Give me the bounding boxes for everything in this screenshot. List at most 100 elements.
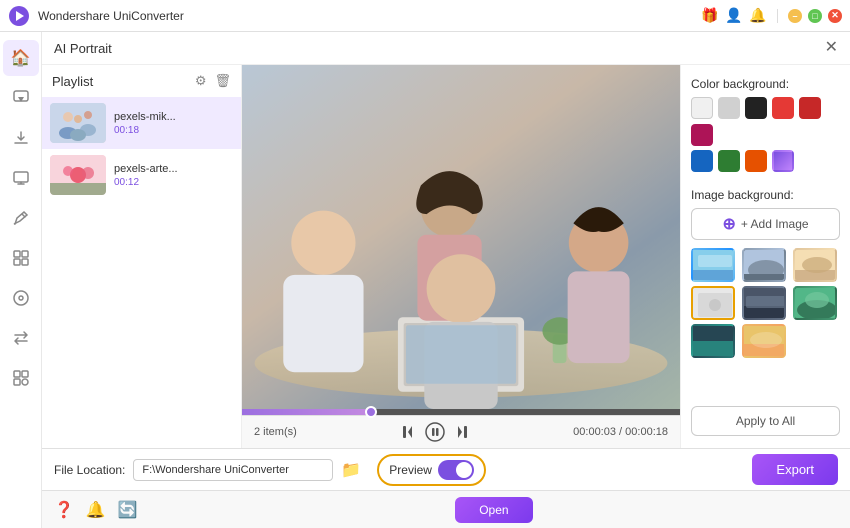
prev-button[interactable] — [399, 423, 417, 441]
video-frame — [242, 65, 680, 409]
notification-icon[interactable]: 🔔 — [86, 500, 106, 520]
swatch-blue[interactable] — [691, 150, 713, 172]
image-thumb-7[interactable] — [691, 324, 735, 358]
toggle-track — [438, 460, 474, 480]
add-image-button[interactable]: ⊕ + Add Image — [691, 208, 840, 240]
playlist-item-duration-2: 00:12 — [114, 177, 233, 188]
playlist-header: Playlist ⚙ 🗑 — [42, 65, 241, 97]
gift-icon[interactable]: 🎁 — [701, 7, 719, 25]
file-location-label: File Location: — [54, 463, 125, 477]
video-area: 2 item(s) 00:00:03 / — [242, 65, 680, 448]
sidebar-item-screen[interactable] — [3, 160, 39, 196]
playlist-title: Playlist — [52, 74, 93, 89]
sidebar-item-dvd[interactable] — [3, 280, 39, 316]
content-area: Playlist ⚙ 🗑 — [42, 65, 850, 448]
sidebar-item-edit[interactable] — [3, 200, 39, 236]
app-title: Wondershare UniConverter — [38, 9, 701, 23]
apply-all-button[interactable]: Apply to All — [691, 406, 840, 436]
add-icon: ⊕ — [722, 214, 735, 234]
playlist-item-name-2: pexels-arte... — [114, 163, 233, 175]
next-button[interactable] — [453, 423, 471, 441]
time-display: 00:00:03 / 00:00:18 — [573, 426, 668, 438]
sidebar-item-transfer[interactable] — [3, 320, 39, 356]
timeline-handle[interactable] — [365, 406, 377, 418]
playlist-thumb-1 — [50, 103, 106, 143]
app-body: 🏠 AI Portrait — [0, 32, 850, 528]
toggle-knob — [456, 462, 472, 478]
image-thumb-3[interactable] — [793, 248, 837, 282]
sidebar-item-download[interactable] — [3, 120, 39, 156]
color-bg-section: Color background: — [691, 77, 840, 176]
video-controls: 2 item(s) 00:00:03 / — [242, 415, 680, 448]
image-bg-label: Image background: — [691, 188, 840, 202]
sidebar: 🏠 — [0, 32, 42, 528]
swatch-dark-red[interactable] — [799, 97, 821, 119]
color-swatches-row1 — [691, 97, 840, 146]
video-container — [242, 65, 680, 409]
main-content: AI Portrait ✕ Playlist ⚙ 🗑 — [42, 32, 850, 528]
playlist-delete-icon[interactable]: 🗑 — [214, 73, 231, 89]
open-button[interactable]: Open — [455, 497, 532, 523]
maximize-button[interactable]: □ — [808, 9, 822, 23]
swatch-light-gray[interactable] — [718, 97, 740, 119]
export-button[interactable]: Export — [752, 454, 838, 485]
video-content — [242, 65, 680, 409]
app-logo — [8, 5, 30, 27]
image-thumb-1[interactable] — [691, 248, 735, 282]
swatch-black[interactable] — [745, 97, 767, 119]
apply-all-section: Apply to All — [691, 406, 840, 436]
image-thumb-4[interactable] — [691, 286, 735, 320]
refresh-icon[interactable]: 🔄 — [118, 500, 138, 520]
panel-header: AI Portrait ✕ — [42, 32, 850, 65]
close-button[interactable]: ✕ — [828, 9, 842, 23]
preview-label: Preview — [389, 463, 432, 477]
playlist-item-info-1: pexels-mik... 00:18 — [114, 111, 233, 136]
image-thumb-2[interactable] — [742, 248, 786, 282]
time-current: 00:00:03 — [573, 426, 616, 438]
playlist-thumb-2 — [50, 155, 106, 195]
swatch-pink[interactable] — [691, 124, 713, 146]
playlist-item[interactable]: pexels-mik... 00:18 — [42, 97, 241, 149]
preview-toggle[interactable] — [438, 460, 474, 480]
color-swatches-row2 — [691, 150, 840, 172]
file-path-input[interactable] — [133, 459, 333, 481]
preview-container: Preview — [377, 454, 486, 486]
swatch-orange[interactable] — [745, 150, 767, 172]
panel-close-button[interactable]: ✕ — [825, 40, 838, 56]
bottom-bar: File Location: 📁 Preview Export — [42, 448, 850, 490]
image-grid — [691, 248, 840, 358]
timeline-progress — [242, 409, 373, 415]
sidebar-item-convert[interactable] — [3, 80, 39, 116]
folder-icon[interactable]: 📁 — [341, 460, 361, 480]
playlist-header-icons: ⚙ 🗑 — [195, 73, 231, 89]
items-count: 2 item(s) — [254, 426, 297, 438]
image-thumb-5[interactable] — [742, 286, 786, 320]
right-panel: Color background: — [680, 65, 850, 448]
playlist-item[interactable]: pexels-arte... 00:12 — [42, 149, 241, 201]
color-bg-label: Color background: — [691, 77, 840, 91]
playlist-item-duration-1: 00:18 — [114, 125, 233, 136]
bell-icon[interactable]: 🔔 — [749, 7, 767, 25]
image-thumb-8[interactable] — [742, 324, 786, 358]
swatch-red[interactable] — [772, 97, 794, 119]
user-icon[interactable]: 👤 — [725, 7, 743, 25]
very-bottom-bar: ❓ 🔔 🔄 Open — [42, 490, 850, 528]
video-timeline[interactable] — [242, 409, 680, 415]
minimize-button[interactable]: – — [788, 9, 802, 23]
sidebar-item-toolbox[interactable] — [3, 360, 39, 396]
add-image-label: + Add Image — [741, 217, 809, 231]
swatch-green[interactable] — [718, 150, 740, 172]
swatch-purple[interactable] — [772, 150, 794, 172]
playlist-item-name-1: pexels-mik... — [114, 111, 233, 123]
play-pause-button[interactable] — [425, 422, 445, 442]
time-total: 00:00:18 — [625, 426, 668, 438]
image-thumb-6[interactable] — [793, 286, 837, 320]
sidebar-item-home[interactable]: 🏠 — [3, 40, 39, 76]
panel-title: AI Portrait — [54, 41, 112, 56]
playlist-panel: Playlist ⚙ 🗑 — [42, 65, 242, 448]
playlist-settings-icon[interactable]: ⚙ — [195, 73, 207, 89]
help-icon[interactable]: ❓ — [54, 500, 74, 520]
titlebar-controls: 🎁 👤 🔔 – □ ✕ — [701, 7, 842, 25]
sidebar-item-merge[interactable] — [3, 240, 39, 276]
swatch-white[interactable] — [691, 97, 713, 119]
